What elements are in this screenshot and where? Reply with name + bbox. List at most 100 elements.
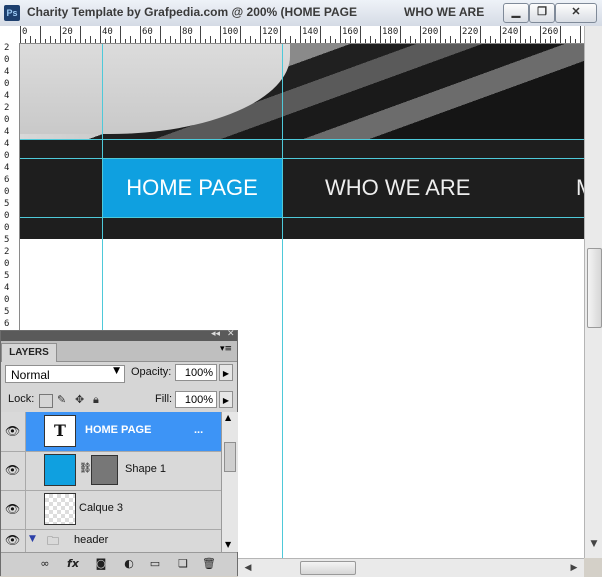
layer-row-calque-3[interactable]: 👁︎ Calque 3	[1, 490, 221, 530]
eye-icon[interactable]: 👁︎	[5, 502, 21, 516]
close-panel-icon[interactable]: ✕	[227, 329, 235, 339]
ruler-label: 6	[4, 175, 10, 185]
blend-mode-select[interactable]: Normal ▼	[5, 365, 125, 383]
ruler-tick	[285, 39, 286, 43]
scroll-right-icon[interactable]: ▶	[566, 560, 582, 576]
horizontal-scrollbar[interactable]: ◀ ▶	[238, 558, 584, 577]
layer-row-shape-1[interactable]: 👁︎ ⛓ Shape 1	[1, 451, 221, 491]
window-title-bar[interactable]: Ps Charity Template by Grafpedia.com @ 2…	[0, 0, 602, 27]
fill-slider-button[interactable]: ▶	[219, 391, 233, 408]
tab-layers[interactable]: LAYERS	[1, 343, 57, 362]
ruler-tick	[90, 36, 91, 43]
opacity-input[interactable]: 100%	[175, 364, 217, 381]
guide-horizontal[interactable]	[20, 158, 584, 159]
scroll-left-icon[interactable]: ◀	[240, 560, 256, 576]
fx-icon[interactable]: fx	[65, 557, 81, 571]
expand-triangle-icon[interactable]: ▼	[29, 534, 36, 544]
ruler-tick	[325, 39, 326, 43]
ruler-tick	[545, 39, 546, 43]
minimize-button[interactable]: ▁	[503, 3, 529, 23]
scroll-up-icon[interactable]: ▲	[225, 413, 231, 422]
ruler-tick	[330, 36, 331, 43]
add-mask-icon[interactable]: ◙	[93, 557, 109, 571]
new-layer-icon[interactable]: ❏	[175, 557, 191, 571]
window-title: Charity Template by Grafpedia.com @ 200%…	[27, 5, 358, 19]
ruler-tick	[420, 26, 421, 43]
ruler-tick	[410, 36, 411, 43]
guide-horizontal[interactable]	[20, 139, 584, 140]
fill-input[interactable]: 100%	[175, 391, 217, 408]
ruler-label: 4	[4, 127, 10, 137]
ruler-tick	[175, 39, 176, 43]
panel-menu-icon[interactable]: ▾≡	[220, 344, 232, 354]
adjustment-layer-icon[interactable]: ◐	[121, 557, 137, 571]
ruler-label: 4	[4, 283, 10, 293]
horizontal-scroll-thumb[interactable]	[300, 561, 356, 575]
ruler-tick	[195, 39, 196, 43]
scroll-down-icon[interactable]: ▼	[225, 540, 231, 549]
nav-item-who-we-are[interactable]: WHO WE ARE	[325, 159, 470, 217]
layer-row-header-group[interactable]: 👁︎ ▼ 🗀 header	[1, 529, 221, 552]
ruler-tick	[100, 26, 101, 43]
eye-icon[interactable]: 👁︎	[5, 533, 21, 547]
link-layers-icon[interactable]: ∞	[37, 557, 53, 571]
ruler-tick	[385, 39, 386, 43]
ruler-label: 0	[22, 27, 28, 37]
ruler-tick	[465, 39, 466, 43]
ruler-label: 4	[4, 67, 10, 77]
chain-link-icon[interactable]: ⛓	[79, 463, 92, 474]
ruler-tick	[110, 36, 111, 43]
ruler-tick	[415, 39, 416, 43]
horizontal-ruler[interactable]: 0 20 40 60 80 100 120 140 160 180 200 22…	[0, 26, 584, 44]
ruler-label: 5	[4, 271, 10, 281]
collapse-panel-icon[interactable]: ◂◂	[211, 329, 220, 339]
layer-name: Shape 1	[125, 463, 166, 475]
scroll-down-icon[interactable]: ▼	[586, 536, 602, 552]
lock-move-icon[interactable]: ✥	[75, 394, 87, 406]
layers-scroll-thumb[interactable]	[224, 442, 236, 472]
fill-label: Fill:	[155, 393, 173, 405]
layer-row-home-page[interactable]: 👁︎ T HOME PAGE ...	[1, 412, 221, 452]
close-button[interactable]: ✕	[555, 3, 597, 23]
guide-horizontal[interactable]	[20, 217, 584, 218]
trash-icon[interactable]: 🗑︎	[201, 557, 217, 571]
blend-mode-value: Normal	[11, 368, 50, 382]
ruler-tick	[555, 39, 556, 43]
layer-ellipsis: ...	[194, 424, 204, 436]
eye-icon[interactable]: 👁︎	[5, 424, 21, 438]
ruler-tick	[390, 36, 391, 43]
ruler-tick	[80, 26, 81, 43]
window-title-right: WHO WE ARE	[404, 5, 485, 19]
new-group-icon[interactable]: ▭	[147, 557, 163, 571]
lock-brush-icon[interactable]: ✎	[57, 394, 69, 406]
ruler-tick	[400, 26, 401, 43]
scroll-corner	[584, 558, 602, 576]
lock-transparent-icon[interactable]	[39, 394, 53, 408]
eye-icon[interactable]: 👁︎	[5, 463, 21, 477]
layers-panel: ◂◂ ✕ LAYERS ▾≡ Normal ▼ Opacity: 100% ▶ …	[0, 329, 238, 576]
visibility-column: 👁︎	[1, 412, 26, 451]
guide-vertical[interactable]	[282, 44, 283, 558]
vertical-ruler[interactable]: 2 0 4 0 4 2 0 4 4 0 4 6 0 5 0 0 5 2 0 5 4 0 5 6	[0, 43, 20, 330]
ruler-tick	[430, 36, 431, 43]
nav-item-partial[interactable]: M	[576, 159, 584, 217]
panel-header-bar[interactable]: ◂◂ ✕	[1, 329, 237, 341]
ruler-tick	[515, 39, 516, 43]
restore-button[interactable]: ❐	[529, 3, 555, 23]
ruler-tick	[65, 39, 66, 43]
lock-all-icon[interactable]: 🔒︎	[93, 394, 105, 406]
vertical-scroll-thumb[interactable]	[587, 248, 602, 328]
ruler-tick	[340, 26, 341, 43]
ruler-tick	[360, 26, 361, 43]
ruler-label: 0	[4, 79, 10, 89]
ruler-tick	[145, 39, 146, 43]
ruler-tick	[180, 26, 181, 43]
ruler-tick	[120, 26, 121, 43]
ruler-tick	[480, 26, 481, 43]
vertical-scrollbar[interactable]: ▼	[584, 26, 602, 558]
opacity-slider-button[interactable]: ▶	[219, 364, 233, 381]
ruler-tick	[565, 39, 566, 43]
nav-item-home-page[interactable]: HOME PAGE	[102, 159, 282, 217]
layers-scrollbar[interactable]: ▲ ▼	[221, 412, 238, 552]
ruler-tick	[335, 39, 336, 43]
